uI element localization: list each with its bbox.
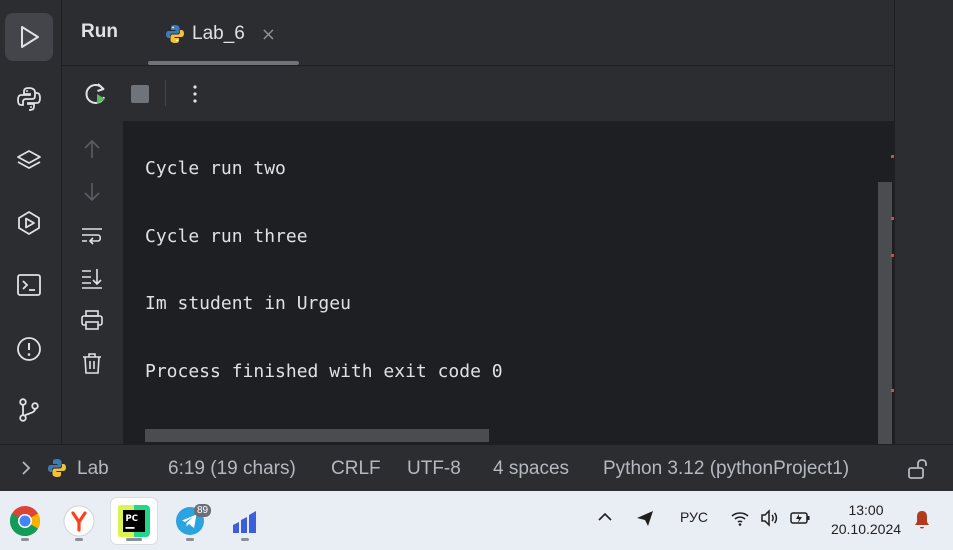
pycharm-icon: PC	[118, 505, 150, 537]
rerun-icon	[85, 83, 105, 104]
running-indicator	[75, 538, 83, 541]
chevron-right-icon[interactable]	[19, 459, 33, 477]
notification-bell-icon[interactable]	[912, 509, 932, 531]
chevron-up-icon[interactable]	[597, 509, 613, 525]
close-tab-icon[interactable]: ×	[261, 24, 276, 45]
console-line: Cycle run three	[145, 226, 308, 247]
tab-lab-6[interactable]: Lab_6 ×	[164, 20, 276, 48]
unread-badge: 89	[194, 504, 212, 517]
layers-icon	[17, 150, 41, 169]
run-icon	[21, 26, 39, 48]
python-interpreter[interactable]: Python 3.12 (pythonProject1)	[603, 458, 849, 480]
active-indicator	[126, 538, 142, 541]
stop-button[interactable]	[126, 80, 154, 108]
file-encoding[interactable]: UTF-8	[407, 458, 461, 480]
arrow-down-icon	[84, 183, 100, 202]
clear-all-button[interactable]	[78, 349, 106, 377]
system-clock[interactable]: 13:00 20.10.2024	[826, 501, 906, 539]
right-tool-pane	[894, 0, 953, 444]
active-tab-indicator	[148, 61, 299, 65]
git-button[interactable]	[5, 386, 53, 434]
rerun-button[interactable]	[82, 80, 110, 108]
caret-position[interactable]: 6:19 (19 chars)	[168, 458, 296, 480]
services-icon	[18, 211, 40, 235]
chrome-icon	[9, 506, 41, 537]
activity-bar	[0, 0, 62, 444]
more-options-button[interactable]	[181, 80, 209, 108]
terminal-button[interactable]	[5, 261, 53, 309]
print-button[interactable]	[78, 306, 106, 334]
volume-icon[interactable]	[759, 508, 779, 528]
scroll-to-end-button[interactable]	[78, 264, 106, 292]
running-indicator	[21, 538, 29, 541]
taskbar-bars-app[interactable]	[222, 498, 268, 544]
arrow-up-icon	[84, 139, 100, 158]
run-tool-button[interactable]	[5, 13, 53, 61]
python-file-icon	[166, 25, 184, 43]
problems-button[interactable]	[5, 325, 53, 373]
console-line: Cycle run two	[145, 158, 286, 179]
scroll-to-end-icon	[82, 269, 102, 289]
input-language[interactable]: РУС	[680, 509, 708, 525]
line-separator[interactable]: CRLF	[331, 458, 381, 480]
print-icon	[81, 310, 103, 330]
console-output[interactable]: Cycle run two Cycle run three Im student…	[123, 121, 878, 444]
previous-occurrence-button[interactable]	[78, 135, 106, 163]
run-panel-header: Run Lab_6 ×	[62, 0, 894, 66]
battery-charging-icon[interactable]	[789, 508, 811, 528]
run-panel-title: Run	[81, 21, 118, 42]
python-console-icon	[17, 87, 41, 111]
unlock-icon[interactable]	[906, 458, 928, 480]
wifi-icon[interactable]	[730, 508, 750, 528]
terminal-icon	[17, 274, 41, 296]
running-indicator	[241, 538, 249, 541]
soft-wrap-icon	[82, 228, 102, 245]
status-bar: Lab 6:19 (19 chars) CRLF UTF-8 4 spaces …	[0, 444, 953, 491]
indent-setting[interactable]: 4 spaces	[493, 458, 569, 480]
python-console-button[interactable]	[5, 75, 53, 123]
layers-button[interactable]	[5, 137, 53, 185]
python-file-icon	[48, 459, 66, 477]
console-line: Im student in Urgeu	[145, 293, 351, 314]
vertical-scrollbar[interactable]	[878, 182, 892, 444]
problems-icon	[17, 337, 41, 361]
taskbar-pycharm[interactable]: PC	[111, 498, 157, 544]
tab-label: Lab_6	[192, 23, 245, 44]
console-line: Process finished with exit code 0	[145, 361, 503, 382]
run-toolbar	[62, 66, 894, 121]
breadcrumb-file[interactable]: Lab	[77, 458, 109, 480]
console-gutter	[62, 121, 123, 444]
more-icon	[193, 85, 197, 103]
stop-icon	[131, 85, 149, 103]
soft-wrap-button[interactable]	[78, 222, 106, 250]
horizontal-scrollbar[interactable]	[145, 429, 489, 442]
taskbar-chrome[interactable]	[2, 498, 48, 544]
yandex-browser-icon	[63, 505, 95, 537]
clock-time: 13:00	[848, 502, 884, 518]
git-icon	[19, 398, 39, 422]
svg-text:PC: PC	[126, 514, 138, 524]
services-button[interactable]	[5, 199, 53, 247]
send-icon[interactable]	[635, 508, 655, 528]
trash-icon	[83, 353, 101, 374]
running-indicator	[186, 538, 194, 541]
taskbar: PC 89 РУС 13:00 20.10.2024	[0, 491, 953, 550]
clock-date: 20.10.2024	[830, 521, 902, 537]
taskbar-yandex-browser[interactable]	[56, 498, 102, 544]
bar-chart-app-icon	[233, 511, 256, 533]
taskbar-telegram[interactable]: 89	[167, 498, 213, 544]
next-occurrence-button[interactable]	[78, 178, 106, 206]
toolbar-divider	[165, 80, 166, 106]
